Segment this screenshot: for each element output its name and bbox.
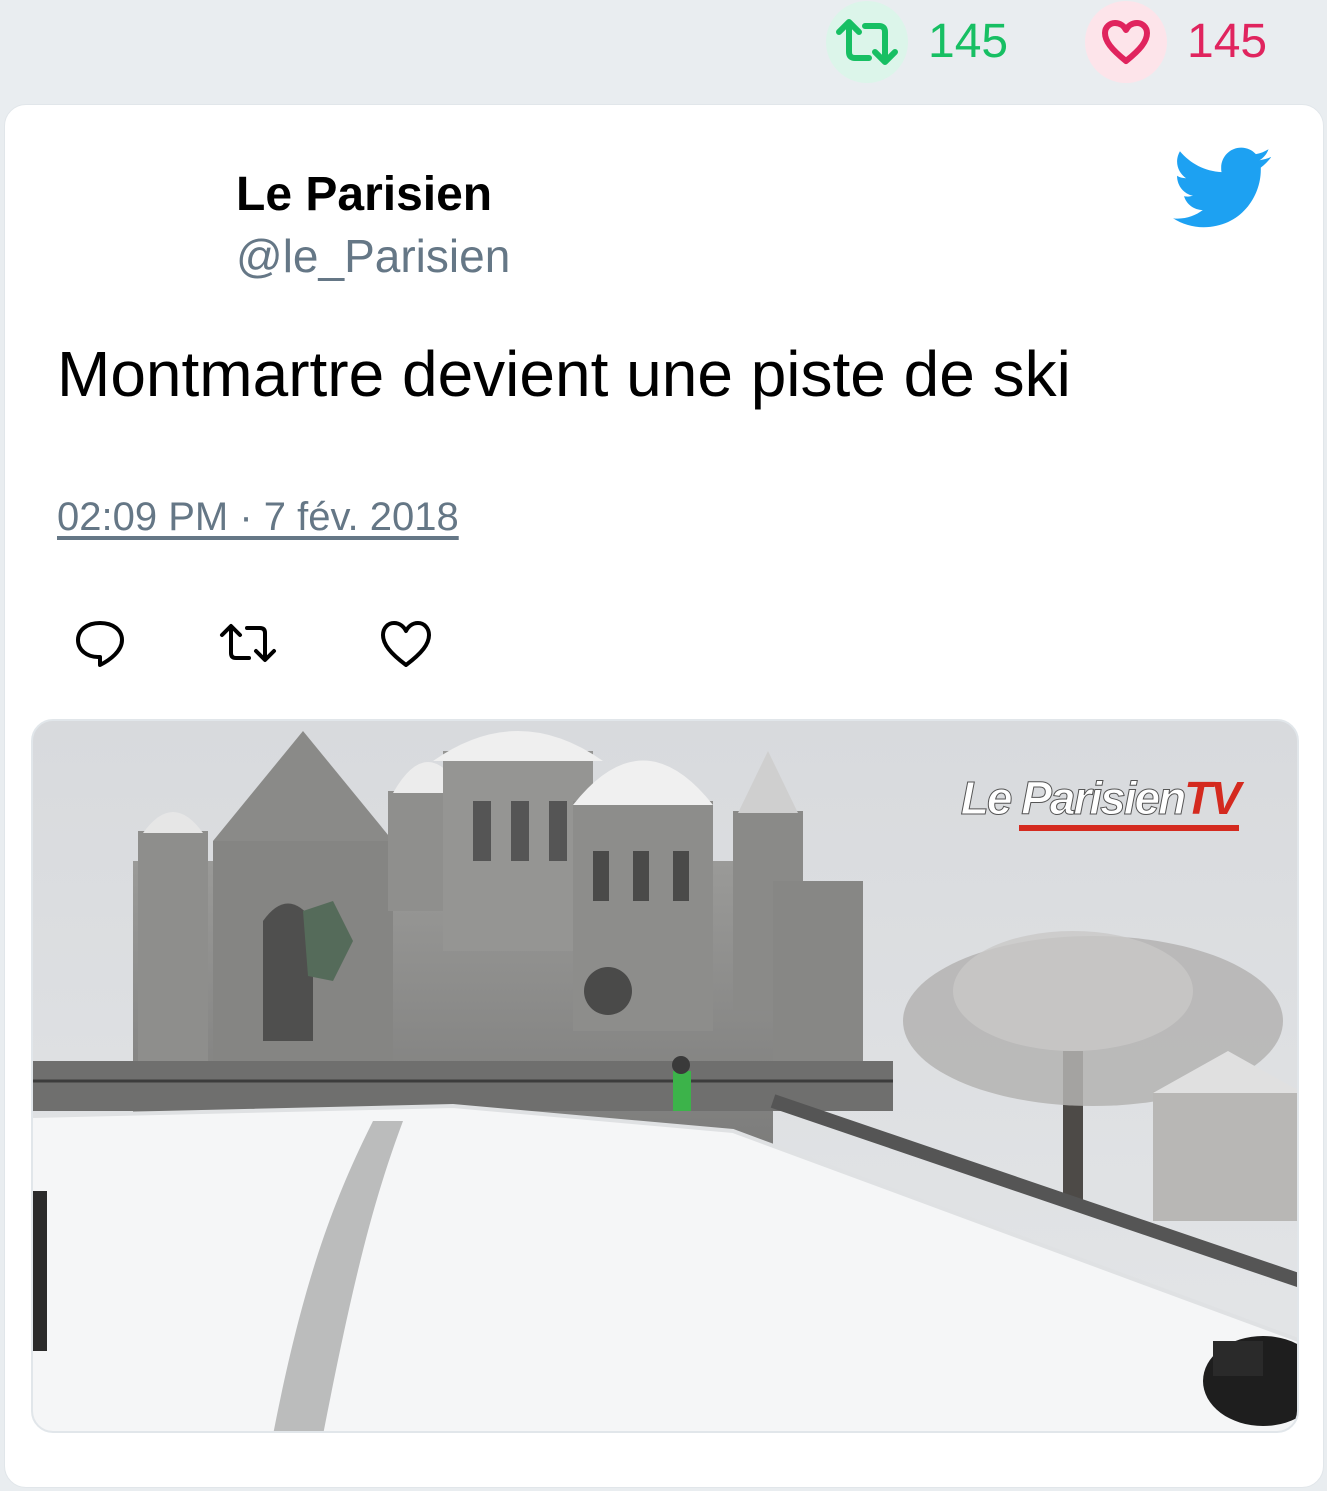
like-stat[interactable]: 145 [1085, 0, 1267, 84]
tweet-card: Le Parisien @le_Parisien Montmartre devi… [4, 104, 1324, 1488]
twitter-bird-icon[interactable] [1173, 147, 1271, 229]
watermark-brand: Le Parisien [960, 772, 1186, 825]
retweet-count: 145 [928, 15, 1009, 68]
retweet-action-icon[interactable] [218, 613, 278, 673]
tweet-stats-bar: 145 145 [0, 0, 1327, 100]
tweet-media-image[interactable]: Le ParisienTV [31, 719, 1299, 1433]
like-count: 145 [1187, 15, 1268, 68]
tweet-text: Montmartre devient une piste de ski [57, 338, 1071, 410]
parisien-tv-watermark: Le ParisienTV [960, 771, 1241, 825]
tweet-timestamp-link[interactable]: 02:09 PM · 7 fév. 2018 [57, 495, 459, 540]
reply-icon[interactable] [70, 613, 130, 673]
watermark-underline [1019, 825, 1239, 831]
retweet-icon[interactable] [826, 1, 908, 83]
watermark-tv: TV [1184, 772, 1241, 824]
author-handle[interactable]: @le_Parisien [236, 229, 510, 283]
author-name[interactable]: Le Parisien [236, 167, 492, 222]
retweet-stat[interactable]: 145 [826, 0, 1008, 84]
like-action-icon[interactable] [376, 613, 436, 673]
heart-icon[interactable] [1085, 1, 1167, 83]
